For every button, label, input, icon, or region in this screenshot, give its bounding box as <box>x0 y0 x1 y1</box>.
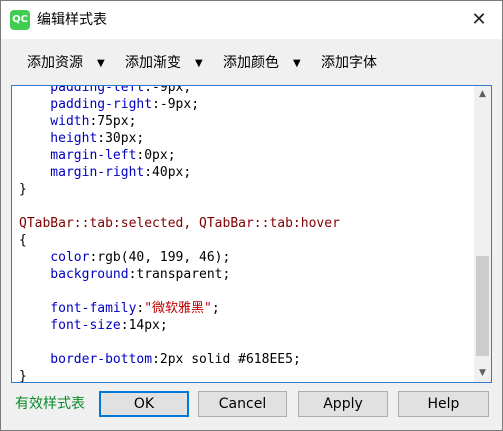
code-token: :transparent; <box>128 267 231 282</box>
code-token: color <box>19 250 90 265</box>
add-color-menu[interactable]: 添加颜色 ▼ <box>223 54 301 72</box>
code-line: margin-right:40px; <box>19 164 469 181</box>
code-area[interactable]: padding-left:-9px; padding-right:-9px; w… <box>19 85 469 383</box>
add-gradient-label: 添加渐变 <box>125 55 181 71</box>
scroll-down-icon[interactable]: ▼ <box>474 365 491 382</box>
code-line: } <box>19 181 469 198</box>
code-line: padding-right:-9px; <box>19 96 469 113</box>
code-token: :2px solid #618EE5; <box>152 352 301 367</box>
chevron-down-icon: ▼ <box>195 58 203 69</box>
code-line: QTabBar::tab:selected, QTabBar::tab:hove… <box>19 215 469 232</box>
code-token: } <box>19 369 27 383</box>
code-token: background <box>19 267 129 282</box>
stylesheet-editor[interactable]: padding-left:-9px; padding-right:-9px; w… <box>11 85 492 383</box>
add-font-menu[interactable]: 添加字体 <box>321 54 377 72</box>
code-token: :-9px; <box>144 85 192 95</box>
qt-app-icon: QC <box>10 10 30 30</box>
code-token: padding-left <box>19 85 145 95</box>
code-token: :30px; <box>97 131 145 146</box>
code-line: color:rgb(40, 199, 46); <box>19 249 469 266</box>
code-token: height <box>19 131 98 146</box>
code-line: border-bottom:2px solid #618EE5; <box>19 351 469 368</box>
validity-status: 有效样式表 <box>15 396 85 412</box>
code-token: :40px; <box>144 165 192 180</box>
code-line: font-size:14px; <box>19 317 469 334</box>
scroll-thumb[interactable] <box>476 256 489 356</box>
code-token: font-size <box>19 318 121 333</box>
ok-button[interactable]: OK <box>99 391 189 417</box>
code-token: font-family <box>19 301 137 316</box>
code-token: :14px; <box>120 318 168 333</box>
toolbar: 添加资源 ▼ 添加渐变 ▼ 添加颜色 ▼ 添加字体 <box>1 39 502 85</box>
add-resource-menu[interactable]: 添加资源 ▼ <box>27 54 105 72</box>
code-line: margin-left:0px; <box>19 147 469 164</box>
code-token: border-bottom <box>19 352 153 367</box>
title-bar: QC 编辑样式表 ✕ <box>1 1 502 39</box>
code-line: height:30px; <box>19 130 469 147</box>
close-button[interactable]: ✕ <box>456 1 502 39</box>
apply-button[interactable]: Apply <box>298 391 388 417</box>
add-resource-label: 添加资源 <box>27 55 83 71</box>
stylesheet-dialog: QC 编辑样式表 ✕ 添加资源 ▼ 添加渐变 ▼ 添加颜色 ▼ 添加字体 paddin… <box>0 0 503 431</box>
cancel-button[interactable]: Cancel <box>198 391 287 417</box>
vertical-scrollbar[interactable]: ▲ ▼ <box>474 86 491 382</box>
code-token: { <box>19 233 27 248</box>
code-line: } <box>19 368 469 383</box>
scroll-up-icon[interactable]: ▲ <box>474 86 491 103</box>
code-token: margin-left <box>19 148 137 163</box>
code-token: "微软雅黑" <box>144 301 212 316</box>
code-token: QTabBar::tab:selected, QTabBar::tab:hove… <box>19 216 340 231</box>
code-token: width <box>19 114 90 129</box>
window-title: 编辑样式表 <box>37 12 107 28</box>
chevron-down-icon: ▼ <box>293 58 301 69</box>
help-button[interactable]: Help <box>398 391 489 417</box>
code-line: font-family:"微软雅黑"; <box>19 300 469 317</box>
add-color-label: 添加颜色 <box>223 55 279 71</box>
add-gradient-menu[interactable]: 添加渐变 ▼ <box>125 54 203 72</box>
code-token: :75px; <box>89 114 137 129</box>
add-font-label: 添加字体 <box>321 55 377 71</box>
code-token: margin-right <box>19 165 145 180</box>
code-line: background:transparent; <box>19 266 469 283</box>
code-line: padding-left:-9px; <box>19 85 469 96</box>
code-token: :-9px; <box>152 97 200 112</box>
chevron-down-icon: ▼ <box>97 58 105 69</box>
code-token: ; <box>211 301 220 316</box>
code-line: { <box>19 232 469 249</box>
code-token: } <box>19 182 27 197</box>
code-token: :0px; <box>136 148 176 163</box>
code-line: width:75px; <box>19 113 469 130</box>
code-token: :rgb(40, 199, 46); <box>89 250 231 265</box>
code-token: padding-right <box>19 97 153 112</box>
